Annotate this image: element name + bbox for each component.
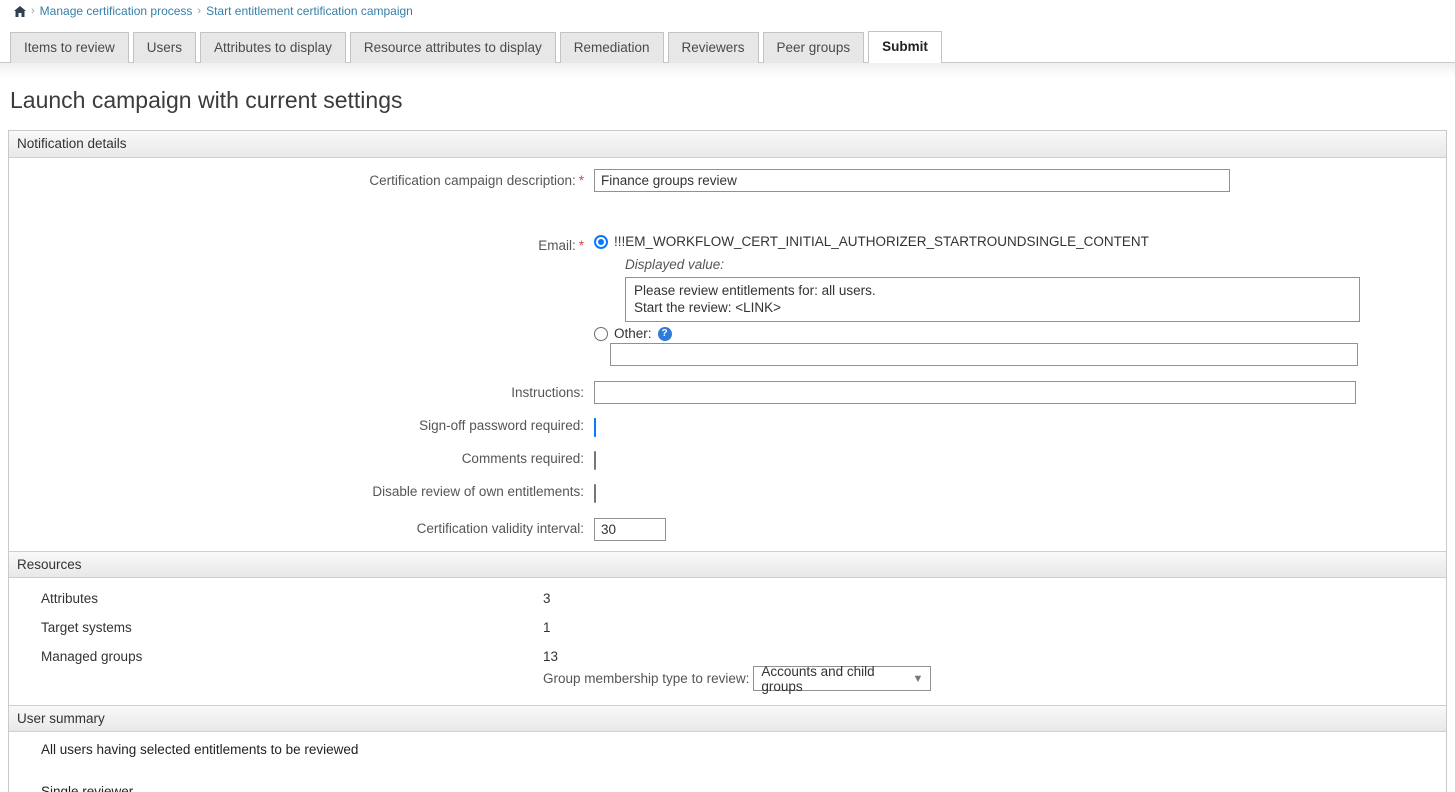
tab-peer-groups[interactable]: Peer groups xyxy=(763,32,865,63)
tab-bar: Items to review Users Attributes to disp… xyxy=(0,30,1455,63)
breadcrumb-link-start-campaign[interactable]: Start entitlement certification campaign xyxy=(206,4,413,18)
displayed-value-line: Please review entitlements for: all user… xyxy=(634,282,1351,299)
resources-row-managed-groups: Managed groups 13 Group membership type … xyxy=(9,642,1446,698)
notification-details-form: Certification campaign description:* Ema… xyxy=(9,158,1446,551)
displayed-value-box: Please review entitlements for: all user… xyxy=(625,277,1360,322)
instructions-label: Instructions: xyxy=(9,381,584,400)
tab-attributes-to-display[interactable]: Attributes to display xyxy=(200,32,346,63)
breadcrumb-link-manage-certification[interactable]: Manage certification process xyxy=(40,4,193,18)
attributes-label: Attributes xyxy=(9,591,543,606)
resources-row-target-systems: Target systems 1 xyxy=(9,613,1446,642)
managed-groups-label: Managed groups xyxy=(9,649,543,691)
email-template-option: !!!EM_WORKFLOW_CERT_INITIAL_AUTHORIZER_S… xyxy=(594,234,1446,249)
breadcrumb-separator: › xyxy=(31,5,35,17)
email-row: Email:* !!!EM_WORKFLOW_CERT_INITIAL_AUTH… xyxy=(9,234,1446,366)
user-summary-scope: All users having selected entitlements t… xyxy=(9,742,1446,757)
campaign-summary-panel: Notification details Certification campa… xyxy=(8,130,1447,792)
instructions-row: Instructions: xyxy=(9,381,1446,404)
attributes-value: 3 xyxy=(543,591,1446,606)
home-icon[interactable] xyxy=(14,6,26,17)
section-header-resources: Resources xyxy=(9,551,1446,578)
campaign-description-input[interactable] xyxy=(594,169,1230,192)
signoff-label: Sign-off password required: xyxy=(9,418,584,433)
resources-row-attributes: Attributes 3 xyxy=(9,584,1446,613)
group-membership-selected-value: Accounts and child groups xyxy=(761,664,912,694)
tabbar-shadow xyxy=(0,63,1455,77)
validity-row: Certification validity interval: xyxy=(9,517,1446,541)
user-summary-reviewer: Single reviewer xyxy=(9,784,1446,792)
tab-submit[interactable]: Submit xyxy=(868,31,942,63)
section-header-user-summary: User summary xyxy=(9,705,1446,732)
email-template-radio[interactable] xyxy=(594,235,608,249)
displayed-value-line: Start the review: <LINK> xyxy=(634,299,1351,316)
description-label: Certification campaign description:* xyxy=(9,169,584,188)
displayed-value-label: Displayed value: xyxy=(625,257,1446,272)
disable-review-row: Disable review of own entitlements: xyxy=(9,484,1446,503)
managed-groups-value: 13 xyxy=(543,649,1446,664)
user-summary-body: All users having selected entitlements t… xyxy=(9,732,1446,792)
disable-review-label: Disable review of own entitlements: xyxy=(9,484,584,499)
description-row: Certification campaign description:* xyxy=(9,169,1446,192)
comments-required-checkbox[interactable] xyxy=(594,451,596,470)
disable-own-review-checkbox[interactable] xyxy=(594,484,596,503)
breadcrumb-separator: › xyxy=(197,5,201,17)
tab-remediation[interactable]: Remediation xyxy=(560,32,664,63)
help-icon[interactable]: ? xyxy=(658,327,672,341)
email-other-label: Other: xyxy=(614,326,652,341)
section-header-notification-details: Notification details xyxy=(9,131,1446,158)
tab-users[interactable]: Users xyxy=(133,32,196,63)
chevron-down-icon: ▼ xyxy=(912,673,923,685)
email-template-label: !!!EM_WORKFLOW_CERT_INITIAL_AUTHORIZER_S… xyxy=(614,234,1149,249)
target-systems-label: Target systems xyxy=(9,620,543,635)
required-asterisk: * xyxy=(579,238,584,253)
instructions-input[interactable] xyxy=(594,381,1356,404)
email-other-input[interactable] xyxy=(610,343,1358,366)
email-other-radio[interactable] xyxy=(594,327,608,341)
target-systems-value: 1 xyxy=(543,620,1446,635)
breadcrumb: › Manage certification process › Start e… xyxy=(0,0,1455,18)
membership-type-label: Group membership type to review: xyxy=(543,671,749,686)
validity-interval-input[interactable] xyxy=(594,518,666,541)
resources-body: Attributes 3 Target systems 1 Managed gr… xyxy=(9,578,1446,705)
tab-resource-attributes-to-display[interactable]: Resource attributes to display xyxy=(350,32,556,63)
signoff-row: Sign-off password required: xyxy=(9,418,1446,437)
comments-label: Comments required: xyxy=(9,451,584,466)
tab-reviewers[interactable]: Reviewers xyxy=(668,32,759,63)
signoff-password-checkbox[interactable] xyxy=(594,418,596,437)
group-membership-select[interactable]: Accounts and child groups ▼ xyxy=(753,666,931,691)
membership-type-row: Group membership type to review: Account… xyxy=(543,666,1446,691)
comments-row: Comments required: xyxy=(9,451,1446,470)
email-other-option: Other: ? xyxy=(594,326,1446,341)
required-asterisk: * xyxy=(579,173,584,188)
tab-items-to-review[interactable]: Items to review xyxy=(10,32,129,63)
validity-label: Certification validity interval: xyxy=(9,517,584,536)
page-title: Launch campaign with current settings xyxy=(0,77,1455,130)
email-label: Email:* xyxy=(9,234,584,253)
